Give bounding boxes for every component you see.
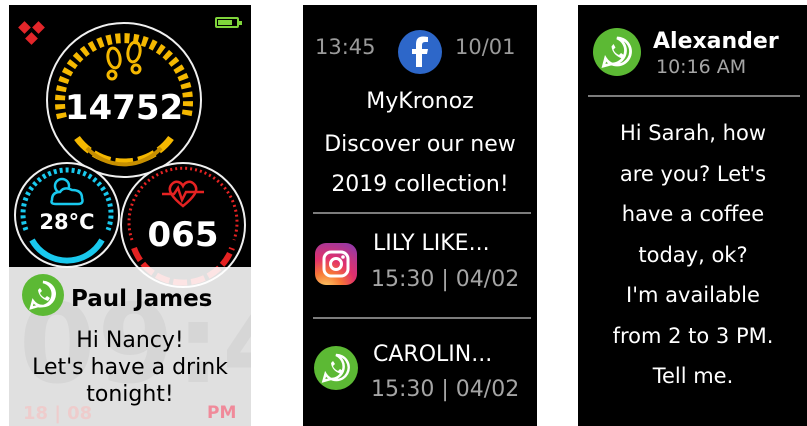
message-line: Let's have a drink xyxy=(32,355,228,380)
body-line: Discover our new xyxy=(324,132,516,157)
steps-count: 14752 xyxy=(64,88,184,128)
notification-title: MyKronoz xyxy=(366,89,474,114)
list-item-title: LILY LIKE... xyxy=(373,231,490,256)
divider xyxy=(313,317,531,319)
watch-face-screen: 14752 28°C 065 09:45 Paul James Hi Nancy… xyxy=(9,5,251,426)
message-detail-screen: Alexander 10:16 AM Hi Sarah, how are you?… xyxy=(578,5,807,426)
notification-list-screen: 13:45 10/01 MyKronoz Discover our new 20… xyxy=(303,5,537,426)
message-line: Hi Sarah, how xyxy=(620,121,766,145)
message-body[interactable]: Hi Sarah, how are you? Let's have a coffee… xyxy=(578,113,807,397)
heart-rate-value: 065 xyxy=(147,215,219,255)
message-line: I'm available xyxy=(626,283,760,307)
divider xyxy=(588,95,800,97)
message-sender: Alexander xyxy=(653,29,779,54)
message-line: are you? Let's xyxy=(619,161,767,186)
whatsapp-icon xyxy=(314,346,358,390)
whatsapp-icon xyxy=(593,28,641,76)
ampm-indicator: PM xyxy=(207,403,237,423)
facebook-icon xyxy=(398,30,442,74)
battery-icon xyxy=(215,17,242,28)
message-time: 10:16 AM xyxy=(656,56,747,78)
divider xyxy=(313,212,531,214)
notification-sender: Paul James xyxy=(71,286,213,312)
instagram-icon xyxy=(315,243,357,285)
whatsapp-icon xyxy=(22,274,64,316)
list-item-meta: 15:30 | 04/02 xyxy=(371,377,520,402)
notification-time: 13:45 xyxy=(315,35,376,59)
notification-message: Hi Nancy! Let's have a drink tonight! xyxy=(9,327,251,408)
list-item-title: CAROLIN... xyxy=(373,342,493,367)
notification-date: 10/01 xyxy=(455,35,516,59)
message-line: today, ok? xyxy=(638,242,748,267)
message-line: Hi Nancy! xyxy=(76,328,184,353)
temperature-value: 28°C xyxy=(39,210,95,234)
body-line: 2019 collection! xyxy=(331,172,509,197)
message-line: Tell me. xyxy=(652,364,734,388)
list-item-meta: 15:30 | 04/02 xyxy=(371,267,520,292)
notification-body: Discover our new 2019 collection! xyxy=(303,125,537,205)
message-line: from 2 to 3 PM. xyxy=(612,323,774,348)
message-line: have a coffee xyxy=(621,202,765,226)
battery-level xyxy=(218,20,233,25)
date-display: 18 | 08 xyxy=(23,403,93,424)
